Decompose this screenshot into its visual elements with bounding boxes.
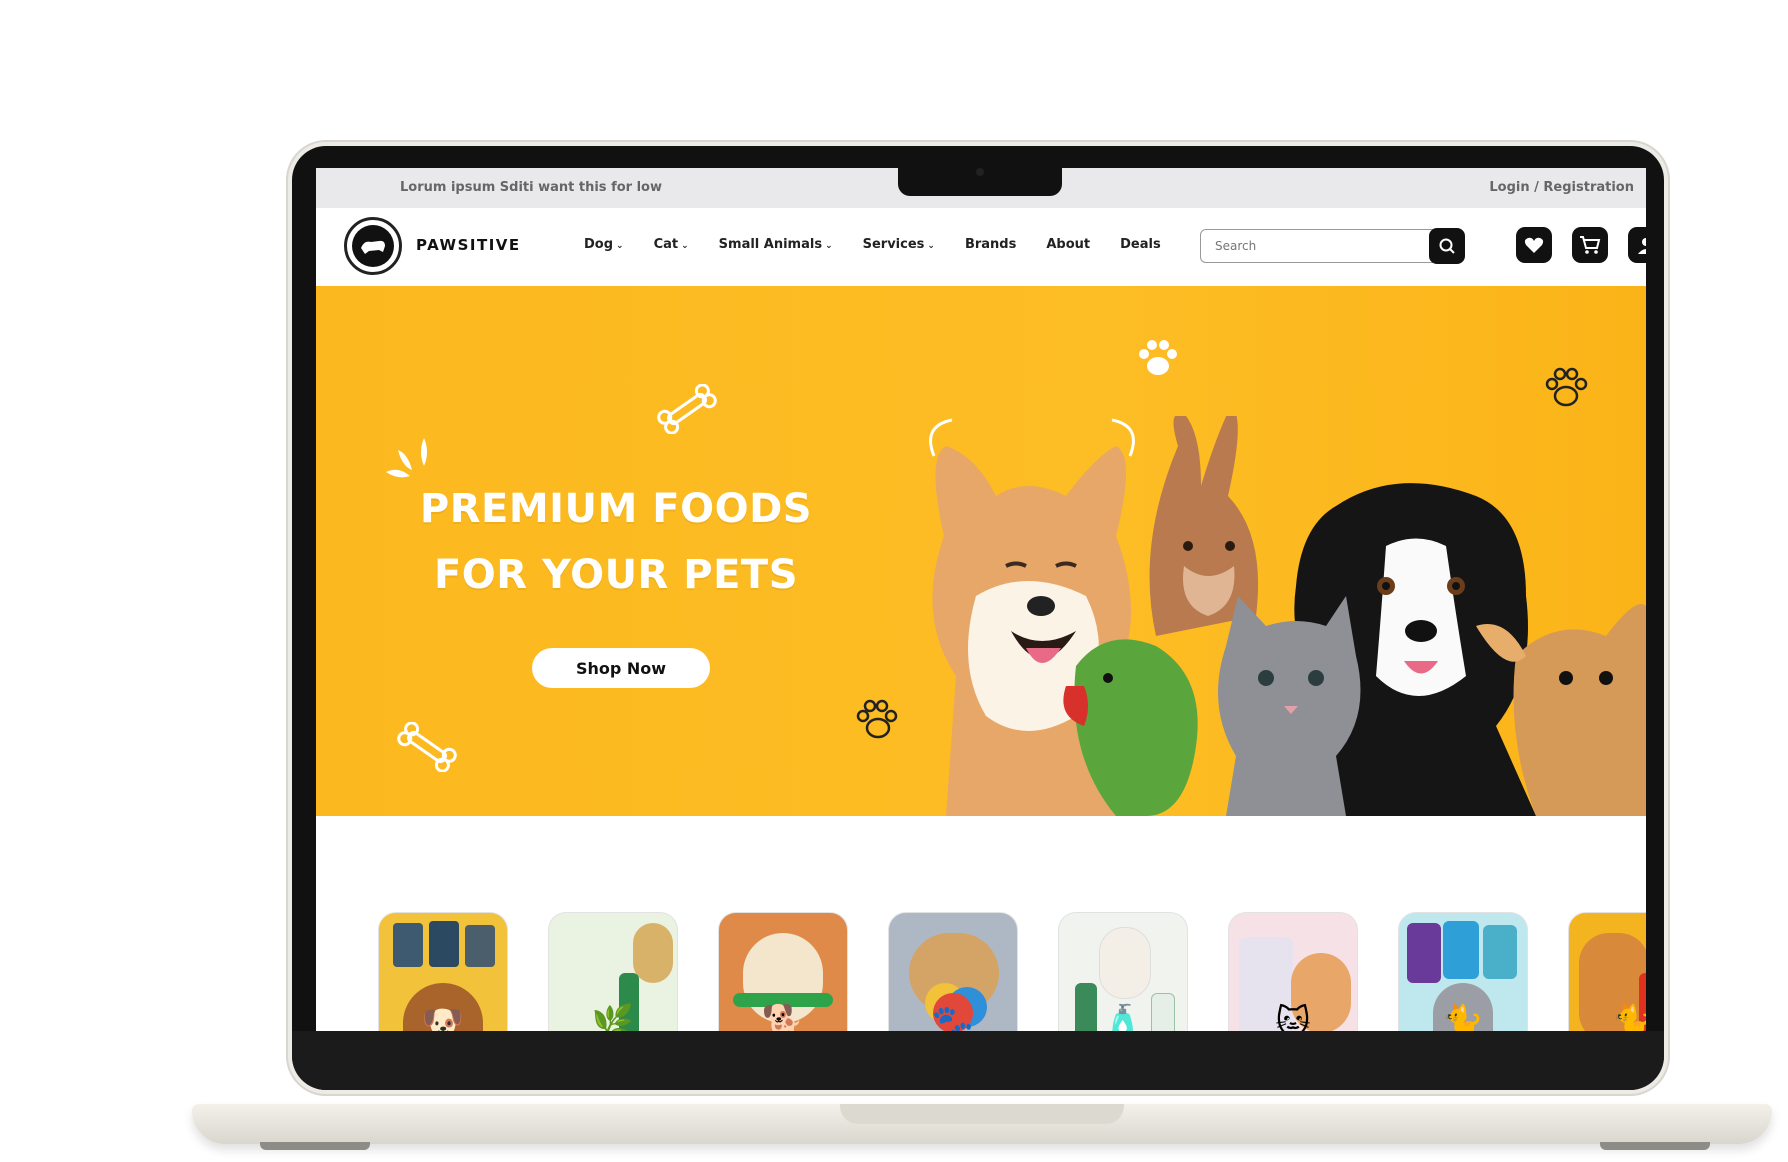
nav-label: Cat [653, 237, 679, 252]
chevron-down-icon: ⌄ [927, 241, 935, 251]
cat-icon: 🐈 [1441, 1003, 1485, 1031]
nav-item-dog[interactable]: Dog ⌄ [584, 237, 624, 252]
brand-logo[interactable] [344, 217, 402, 275]
cart-button[interactable] [1572, 227, 1608, 263]
nav-label: Services [862, 237, 925, 252]
category-tile-cat-treats[interactable]: 🐈 [1398, 912, 1528, 1031]
browser-screen: Lorum ipsum Sditi want this for low Logi… [316, 168, 1646, 1031]
nav-label: Deals [1120, 237, 1161, 252]
nav-item-about[interactable]: About [1046, 237, 1090, 252]
nav-item-brands[interactable]: Brands [965, 237, 1016, 252]
login-registration-link[interactable]: Login / Registration [1489, 180, 1634, 195]
category-tile-cat-food[interactable]: 🐱 [1228, 912, 1358, 1031]
category-tiles: 🐶 🌿 🐕 🐾 🧴 🐱 🐈 [378, 912, 1646, 1031]
hero-headline-line1: PREMIUM FOODS [419, 486, 813, 532]
hero-banner: PREMIUM FOODS FOR YOUR PETS Shop Now [316, 286, 1646, 816]
nav-label: Small Animals [718, 237, 823, 252]
search-button[interactable] [1429, 228, 1465, 264]
nav-item-cat[interactable]: Cat ⌄ [654, 237, 689, 252]
chevron-down-icon: ⌄ [825, 241, 833, 251]
wishlist-button[interactable] [1516, 227, 1552, 263]
brand-name[interactable]: PAWSITIVE [416, 236, 521, 254]
dog-icon: 🐶 [421, 1003, 465, 1031]
category-tile-cat-dry-food[interactable]: 🐈 [1568, 912, 1646, 1031]
dog-logo-icon [352, 225, 394, 267]
nav-item-deals[interactable]: Deals [1120, 237, 1161, 252]
category-tile-grooming[interactable]: 🧴 [1058, 912, 1188, 1031]
leaf-icon: 🌿 [591, 1003, 635, 1031]
top-bar-tagline: Lorum ipsum Sditi want this for low [400, 180, 662, 195]
category-tile-dog-treats[interactable]: 🐶 [378, 912, 508, 1031]
cat-icon: 🐈 [1569, 1003, 1646, 1031]
bone-icon [657, 384, 717, 434]
main-nav: Dog ⌄ Cat ⌄ Small Animals ⌄ Services ⌄ Brand… [584, 237, 1161, 252]
nav-item-services[interactable]: Services ⌄ [863, 237, 935, 252]
hero-headline: PREMIUM FOODS FOR YOUR PETS [416, 476, 816, 608]
account-button[interactable] [1628, 227, 1646, 263]
pets-group-image [929, 416, 1646, 816]
nav-label: Brands [964, 237, 1017, 252]
paw-icon: 🐾 [931, 1003, 975, 1031]
laptop-foot [1600, 1142, 1710, 1150]
category-tile-dog-toys[interactable]: 🐕 [718, 912, 848, 1031]
laptop-foot [260, 1142, 370, 1150]
chevron-down-icon: ⌄ [681, 241, 689, 251]
nav-label: Dog [584, 237, 614, 252]
chevron-down-icon: ⌄ [616, 241, 624, 251]
paw-outline-icon [856, 699, 898, 739]
category-tile-puppy-toys[interactable]: 🐾 [888, 912, 1018, 1031]
grooming-icon: 🧴 [1101, 1003, 1145, 1031]
cat-icon: 🐱 [1275, 1003, 1311, 1031]
camera-icon [976, 168, 984, 176]
search-icon [1439, 238, 1455, 254]
search-box [1200, 228, 1465, 264]
laptop-trackpad-lip [840, 1104, 1124, 1124]
category-tile-tick-protection[interactable]: 🌿 [548, 912, 678, 1031]
bone-icon [397, 722, 457, 772]
hero-headline-line2: FOR YOUR PETS [433, 552, 799, 598]
heart-icon [1524, 237, 1544, 253]
paw-icon [1139, 340, 1177, 375]
nav-label: About [1046, 237, 1091, 252]
site-header: PAWSITIVE Dog ⌄ Cat ⌄ Small Animals ⌄ Servi… [316, 208, 1646, 286]
paw-outline-icon [1545, 367, 1588, 407]
nav-item-small-animals[interactable]: Small Animals ⌄ [719, 237, 833, 252]
laptop-chin [292, 1031, 1664, 1090]
search-input[interactable] [1213, 238, 1407, 254]
dog-icon: 🐕 [761, 1003, 805, 1031]
user-icon [1638, 238, 1646, 254]
shop-now-button[interactable]: Shop Now [532, 648, 710, 688]
cart-icon [1580, 236, 1601, 254]
